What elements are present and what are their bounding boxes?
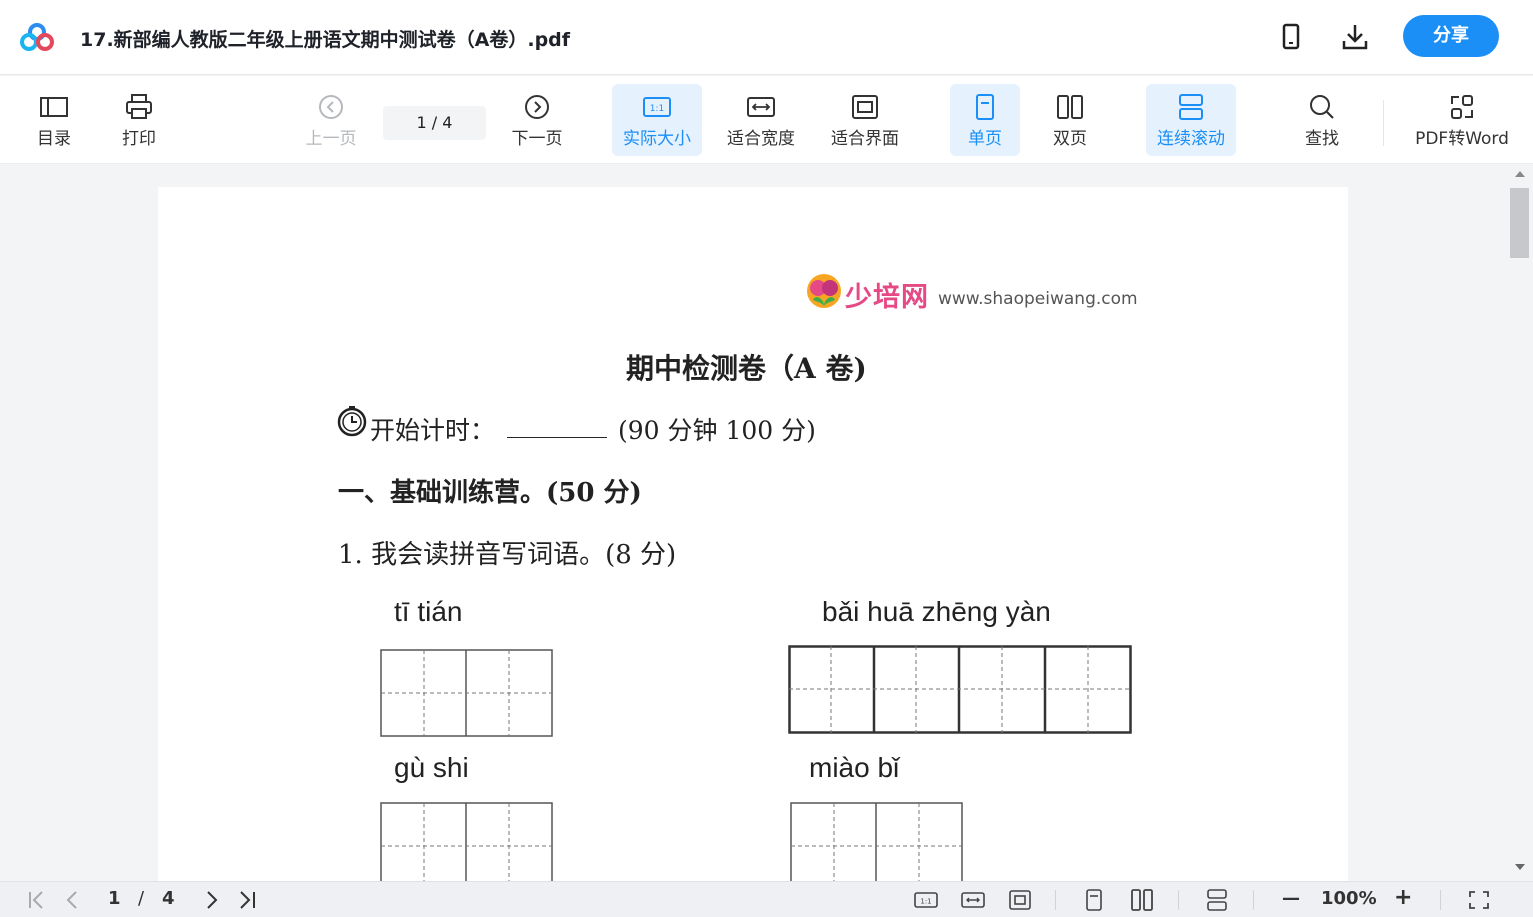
zoom-out-button[interactable]: — xyxy=(1282,888,1300,912)
single-page-label: 单页 xyxy=(968,129,1002,149)
actual-size-button[interactable]: 1:1 实际大小 xyxy=(612,84,702,156)
convert-icon xyxy=(1451,95,1473,119)
print-label: 打印 xyxy=(122,129,156,149)
clock-icon xyxy=(337,406,367,437)
print-button[interactable]: 打印 xyxy=(102,84,176,156)
toc-button[interactable]: 目录 xyxy=(17,84,91,156)
watermark-brand: 少培网 xyxy=(845,282,929,313)
find-label: 查找 xyxy=(1305,129,1339,149)
scroll-up-icon[interactable] xyxy=(1514,169,1526,179)
page-input[interactable]: 1 / 4 xyxy=(383,106,486,140)
exam-heading: 期中检测卷（A 卷) xyxy=(626,352,867,385)
status-divider xyxy=(1178,890,1179,910)
document-viewer[interactable] xyxy=(0,165,1512,881)
share-button[interactable]: 分享 xyxy=(1403,15,1499,57)
fit-page-button[interactable]: 适合界面 xyxy=(822,84,908,156)
double-page-icon xyxy=(1057,95,1083,119)
find-button[interactable]: 查找 xyxy=(1285,84,1359,156)
fit-width-icon xyxy=(747,97,775,117)
continuous-scroll-label: 连续滚动 xyxy=(1157,129,1225,149)
single-page-button[interactable]: 单页 xyxy=(950,84,1020,156)
fit-page-icon[interactable] xyxy=(1007,888,1033,912)
writing-grid xyxy=(788,645,1132,734)
pdf-to-word-label: PDF转Word xyxy=(1415,129,1509,149)
fit-width-label: 适合宽度 xyxy=(727,129,795,149)
section-heading: 一、基础训练营。(50 分) xyxy=(338,478,642,508)
timer-detail: (90 分钟 100 分) xyxy=(618,416,816,445)
actual-size-icon[interactable]: 1:1 xyxy=(913,888,939,912)
continuous-scroll-icon[interactable] xyxy=(1204,888,1230,912)
total-pages: 4 xyxy=(162,888,175,909)
svg-text:1:1: 1:1 xyxy=(650,104,664,114)
toolbar: 目录 打印 上一页 下一页 1:1 实际大小 适合宽度 适合界面 单页 双页 连… xyxy=(0,76,1533,164)
pdf-page xyxy=(158,187,1348,881)
document-title: 17.新部编人教版二年级上册语文期中测试卷（A卷）.pdf xyxy=(80,29,571,51)
timer-label: 开始计时： xyxy=(370,416,496,445)
watermark-url: www.shaopeiwang.com xyxy=(938,289,1138,309)
app-logo-icon xyxy=(20,23,54,51)
status-divider xyxy=(1253,890,1254,910)
status-bar: 1 / 4 1:1 — 100% + xyxy=(0,881,1533,917)
vertical-scrollbar[interactable] xyxy=(1512,165,1533,881)
chevron-right-circle-icon xyxy=(525,95,549,119)
last-page-icon[interactable] xyxy=(234,888,260,912)
pinyin-label: bǎi huā zhēng yàn xyxy=(822,596,1051,627)
scroll-down-icon[interactable] xyxy=(1514,862,1526,872)
pinyin-label: miào bǐ xyxy=(809,752,900,783)
double-page-button[interactable]: 双页 xyxy=(1035,84,1105,156)
fit-page-label: 适合界面 xyxy=(831,129,899,149)
next-page-button[interactable]: 下一页 xyxy=(500,84,574,156)
status-divider xyxy=(1440,890,1441,910)
first-page-icon[interactable] xyxy=(24,888,50,912)
status-divider xyxy=(1055,890,1056,910)
watermark-logo: 少培网 www.shaopeiwang.com xyxy=(805,269,1145,313)
writing-grid xyxy=(790,802,963,881)
zoom-in-button[interactable]: + xyxy=(1394,885,1412,910)
toc-label: 目录 xyxy=(37,129,71,149)
single-page-icon xyxy=(976,94,994,120)
title-bar: 17.新部编人教版二年级上册语文期中测试卷（A卷）.pdf 分享 xyxy=(0,0,1533,75)
zoom-level[interactable]: 100% xyxy=(1321,888,1377,912)
next-page-icon[interactable] xyxy=(198,888,224,912)
page-separator: / xyxy=(138,888,145,909)
printer-icon xyxy=(126,94,152,119)
question-1: 1. 我会读拼音写词语。(8 分) xyxy=(338,540,677,570)
continuous-scroll-icon xyxy=(1179,94,1203,120)
double-page-label: 双页 xyxy=(1053,129,1087,149)
chevron-left-circle-icon xyxy=(319,95,343,119)
pinyin-label: gù shi xyxy=(394,752,469,783)
writing-grid xyxy=(380,802,553,881)
download-icon[interactable] xyxy=(1341,22,1369,52)
actual-size-label: 实际大小 xyxy=(623,129,691,149)
pinyin-label: tī tián xyxy=(394,596,463,627)
fit-width-button[interactable]: 适合宽度 xyxy=(718,84,804,156)
single-page-icon[interactable] xyxy=(1081,888,1107,912)
search-icon xyxy=(1310,95,1334,119)
pdf-to-word-button[interactable]: PDF转Word xyxy=(1410,84,1514,156)
prev-page-label: 上一页 xyxy=(305,129,357,149)
fullscreen-icon[interactable] xyxy=(1466,888,1492,912)
scrollbar-thumb[interactable] xyxy=(1510,188,1529,258)
sidebar-icon xyxy=(40,97,68,117)
double-page-icon[interactable] xyxy=(1129,888,1155,912)
writing-grid xyxy=(380,649,553,737)
svg-text:1:1: 1:1 xyxy=(920,898,931,906)
prev-page-button[interactable]: 上一页 xyxy=(294,84,368,156)
toolbar-divider xyxy=(1383,100,1384,146)
mobile-icon[interactable] xyxy=(1277,22,1305,52)
continuous-scroll-button[interactable]: 连续滚动 xyxy=(1146,84,1236,156)
timer-blank: ________ xyxy=(507,409,607,438)
fit-width-icon[interactable] xyxy=(960,888,986,912)
actual-size-icon: 1:1 xyxy=(643,97,671,117)
flower-logo-icon xyxy=(807,274,841,308)
next-page-label: 下一页 xyxy=(511,129,563,149)
fit-page-icon xyxy=(852,95,878,119)
current-page[interactable]: 1 xyxy=(108,888,121,912)
prev-page-icon[interactable] xyxy=(60,888,86,912)
